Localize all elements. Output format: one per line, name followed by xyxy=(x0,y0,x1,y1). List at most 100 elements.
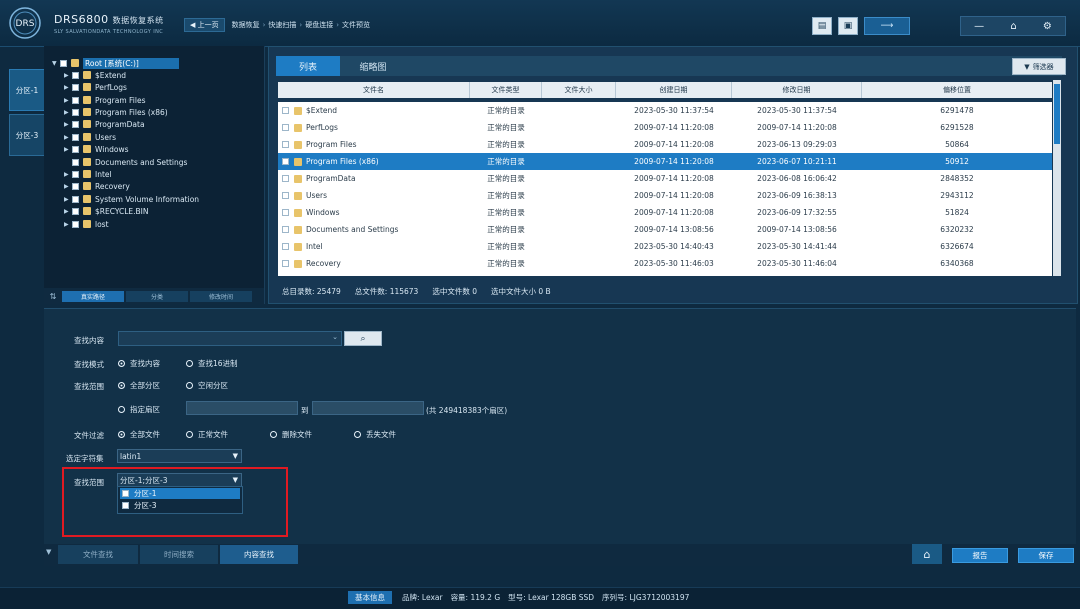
charset-select[interactable]: latin1 ▼ xyxy=(117,449,242,463)
table-row[interactable]: Program Files 正常的目录 2009-07-14 11:20:08 202… xyxy=(278,136,1052,153)
checkbox[interactable] xyxy=(282,175,289,182)
expand-arrow-icon[interactable]: ▶ xyxy=(64,171,72,178)
category-button[interactable]: 分类 xyxy=(126,290,188,302)
table-row[interactable]: $Extend 正常的目录 2023-05-30 11:37:54 2023-05-3… xyxy=(278,102,1052,119)
tab-time-search[interactable]: 时间搜索 xyxy=(140,545,218,564)
column-header-type[interactable]: 文件类型 xyxy=(470,82,542,98)
checkbox[interactable] xyxy=(72,195,79,203)
radio-free-partition[interactable]: 空闲分区 xyxy=(186,380,228,391)
tree-item[interactable]: ▶ Windows xyxy=(64,143,128,155)
save-button[interactable]: 保存 xyxy=(1018,548,1074,563)
expand-arrow-icon[interactable]: ▶ xyxy=(64,183,72,190)
report-icon[interactable]: ▤ xyxy=(812,17,832,35)
tree-item[interactable]: ▶ PerfLogs xyxy=(64,81,127,93)
checkbox[interactable] xyxy=(282,260,289,267)
tab-content-search[interactable]: 内容查找 xyxy=(220,545,298,564)
tab-list[interactable]: 列表 xyxy=(276,56,340,76)
column-header-offset[interactable]: 偏移位置 xyxy=(862,82,1052,98)
column-header-size[interactable]: 文件大小 xyxy=(542,82,616,98)
checkbox[interactable] xyxy=(282,124,289,131)
table-row[interactable]: Users 正常的目录 2009-07-14 11:20:08 2023-06-09 … xyxy=(278,187,1052,204)
tree-root[interactable]: ▼ Root [系统(C:)] xyxy=(52,57,179,69)
inbox-icon[interactable]: ⌂ xyxy=(912,544,942,564)
table-row[interactable]: Windows 正常的目录 2009-07-14 11:20:08 2023-06-0… xyxy=(278,204,1052,221)
expand-arrow-icon[interactable]: ▶ xyxy=(64,109,72,116)
checkbox[interactable] xyxy=(282,107,289,114)
scrollbar-thumb[interactable] xyxy=(1054,84,1060,144)
checkbox[interactable] xyxy=(72,108,79,116)
radio-normal-files[interactable]: 正常文件 xyxy=(186,429,228,440)
checkbox[interactable] xyxy=(282,192,289,199)
checkbox[interactable] xyxy=(282,158,289,165)
checkbox[interactable] xyxy=(72,207,79,215)
tree-item[interactable]: ▶ Intel xyxy=(64,168,112,180)
radio-all-partitions[interactable]: 全部分区 xyxy=(118,380,160,391)
sort-icon[interactable]: ⇅ xyxy=(44,292,62,301)
checkbox[interactable] xyxy=(282,243,289,250)
breadcrumb-item[interactable]: 数据恢复 xyxy=(229,20,263,30)
chevron-down-icon[interactable]: ⌄ xyxy=(332,333,338,341)
table-row[interactable]: Program Files (x86) 正常的目录 2009-07-14 11:20… xyxy=(278,153,1052,170)
real-path-button[interactable]: 真实路径 xyxy=(62,290,124,302)
tree-item[interactable]: ▶ Program Files (x86) xyxy=(64,106,168,118)
tab-thumbnail[interactable]: 缩略图 xyxy=(346,56,400,76)
minimize-icon[interactable]: — xyxy=(974,21,984,32)
expand-arrow-icon[interactable]: ▶ xyxy=(64,121,72,128)
table-row[interactable]: Documents and Settings 正常的目录 2009-07-14 13… xyxy=(278,221,1052,238)
back-button[interactable]: ◀ 上一页 xyxy=(184,18,225,32)
radio-specify-sector[interactable]: 指定扇区 xyxy=(118,404,160,415)
checkbox[interactable] xyxy=(72,71,79,79)
tree-item[interactable]: ▶ Users xyxy=(64,131,116,143)
breadcrumb-item[interactable]: 文件预览 xyxy=(339,20,373,30)
column-header-name[interactable]: 文件名 xyxy=(278,82,470,98)
tree-item[interactable]: ▶ Recovery xyxy=(64,180,130,192)
radio-find-content[interactable]: 查找内容 xyxy=(118,358,160,369)
radio-lost-files[interactable]: 丢失文件 xyxy=(354,429,396,440)
tree-item[interactable]: ▶ lost xyxy=(64,218,109,230)
gear-icon[interactable]: ⚙ xyxy=(1043,21,1052,32)
table-row[interactable]: ProgramData 正常的目录 2009-07-14 11:20:08 2023-… xyxy=(278,170,1052,187)
table-row[interactable]: Intel 正常的目录 2023-05-30 14:40:43 2023-05-30 … xyxy=(278,238,1052,255)
checkbox[interactable] xyxy=(72,133,79,141)
checkbox[interactable] xyxy=(72,220,79,228)
breadcrumb-item[interactable]: 硬盘连接 xyxy=(302,20,336,30)
checkbox[interactable] xyxy=(72,96,79,104)
tree-item[interactable]: ▶ Program Files xyxy=(64,94,146,106)
sector-end-input[interactable] xyxy=(312,401,424,415)
tree-item[interactable]: ▶ $RECYCLE.BIN xyxy=(64,205,149,217)
radio-deleted-files[interactable]: 删除文件 xyxy=(270,429,312,440)
breadcrumb-item[interactable]: 快速扫描 xyxy=(265,20,299,30)
expand-arrow-icon[interactable]: ▶ xyxy=(64,72,72,79)
column-header-created[interactable]: 创建日期 xyxy=(616,82,732,98)
tree-item[interactable]: Documents and Settings xyxy=(64,156,187,168)
expand-arrow-icon[interactable]: ▶ xyxy=(64,97,72,104)
search-input[interactable]: ⌄ xyxy=(118,331,342,346)
tree-item[interactable]: ▶ $Extend xyxy=(64,69,126,81)
checkbox[interactable] xyxy=(72,182,79,190)
tree-item[interactable]: ▶ ProgramData xyxy=(64,118,145,130)
checkbox[interactable] xyxy=(72,120,79,128)
sector-start-input[interactable] xyxy=(186,401,298,415)
checkbox[interactable] xyxy=(72,145,79,153)
radio-all-files[interactable]: 全部文件 xyxy=(118,429,160,440)
collapse-icon[interactable]: ▼ xyxy=(46,548,51,556)
radio-find-hex[interactable]: 查找16进制 xyxy=(186,358,238,369)
column-header-modified[interactable]: 修改日期 xyxy=(732,82,862,98)
expand-arrow-icon[interactable]: ▶ xyxy=(64,146,72,153)
expand-arrow-icon[interactable]: ▼ xyxy=(52,60,60,67)
tree-item[interactable]: ▶ System Volume Information xyxy=(64,193,199,205)
table-row[interactable]: Recovery 正常的目录 2023-05-30 11:46:03 2023-05-… xyxy=(278,255,1052,272)
expand-arrow-icon[interactable]: ▶ xyxy=(64,196,72,203)
tab-partition-1[interactable]: 分区-1 xyxy=(9,69,45,111)
report-button[interactable]: 报告 xyxy=(952,548,1008,563)
tab-partition-3[interactable]: 分区-3 xyxy=(9,114,45,156)
table-row[interactable]: PerfLogs 正常的目录 2009-07-14 11:20:08 2009-07-… xyxy=(278,119,1052,136)
checkbox[interactable] xyxy=(72,158,79,166)
checkbox[interactable] xyxy=(72,170,79,178)
checkbox[interactable] xyxy=(60,59,67,67)
arrow-icon[interactable]: ⟶ xyxy=(864,17,910,35)
home-icon[interactable]: ⌂ xyxy=(1010,21,1016,32)
briefcase-icon[interactable]: ▣ xyxy=(838,17,858,35)
modified-time-button[interactable]: 修改时间 xyxy=(190,290,252,302)
checkbox[interactable] xyxy=(282,209,289,216)
